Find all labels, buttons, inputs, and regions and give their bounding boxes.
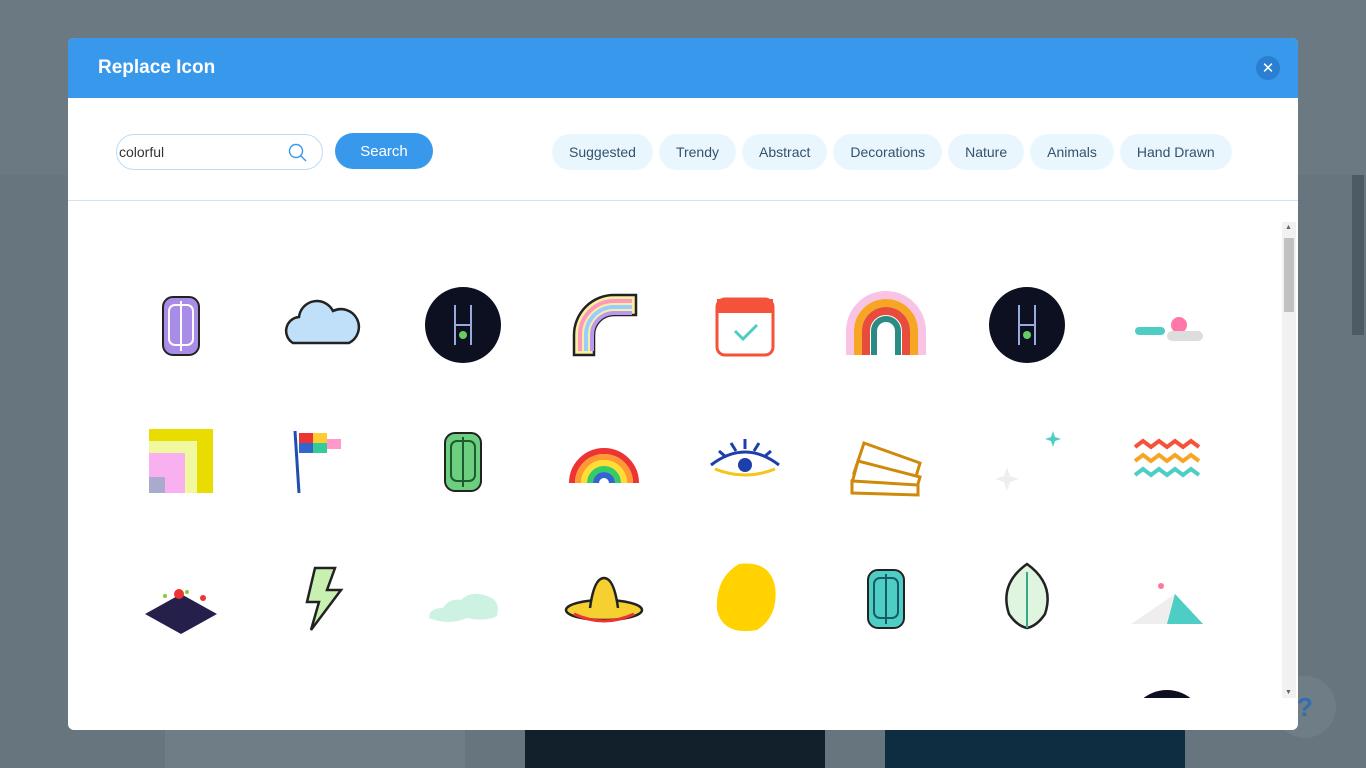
- icon-option-color-swatches[interactable]: [841, 416, 931, 506]
- icon-option-leaf[interactable]: [982, 553, 1072, 643]
- nested-squares-icon: [149, 429, 213, 493]
- icon-option-purple-totem[interactable]: [136, 280, 226, 370]
- icon-option-dark-circle-totem-2[interactable]: [982, 280, 1072, 370]
- icon-option-abstract-badge[interactable]: [559, 683, 649, 698]
- icon-option-calendar-check[interactable]: [700, 280, 790, 370]
- icon-option-sunset-clouds[interactable]: [1122, 280, 1212, 370]
- green-totem-icon: [444, 432, 482, 492]
- search-button[interactable]: Search: [335, 133, 433, 169]
- scroll-up-arrow[interactable]: ▲: [1285, 224, 1292, 231]
- star-badge-icon: [281, 688, 361, 698]
- dark-circle-totem-2-icon: [989, 287, 1065, 363]
- icon-option-flower-badge[interactable]: [841, 683, 931, 698]
- zigzag-waves-icon: [1133, 438, 1201, 478]
- icon-option-sparkles[interactable]: [982, 416, 1072, 506]
- icon-option-pastel-rainbow-corner[interactable]: [559, 280, 649, 370]
- leaf-icon: [1005, 562, 1049, 630]
- cloud-icon: [284, 299, 361, 345]
- icon-option-green-totem[interactable]: [418, 416, 508, 506]
- help-label: ?: [1297, 691, 1313, 722]
- icon-option-isometric-plane[interactable]: [136, 553, 226, 643]
- replace-icon-dialog: Replace Icon ✕ Search SuggestedTrendyAbs…: [68, 38, 1298, 730]
- icon-option-colorful-flag[interactable]: [276, 416, 366, 506]
- scrollbar-thumb[interactable]: [1284, 238, 1294, 312]
- abstract-badge-icon: [564, 688, 644, 698]
- heart-badge-icon: [141, 688, 221, 698]
- diamond-icon: [987, 688, 1067, 698]
- sparkles-icon: [995, 431, 1061, 491]
- icon-option-rainbow[interactable]: [559, 416, 649, 506]
- icon-option-cloud[interactable]: [276, 280, 366, 370]
- search-toolbar: Search SuggestedTrendyAbstractDecoration…: [68, 98, 1298, 201]
- icon-option-yellow-blob[interactable]: [700, 553, 790, 643]
- icon-option-star-badge[interactable]: [276, 683, 366, 698]
- icon-option-heart-badge[interactable]: [136, 683, 226, 698]
- category-trendy[interactable]: Trendy: [658, 134, 737, 170]
- flower-badge-icon: [846, 688, 926, 698]
- search-icon[interactable]: [288, 143, 308, 163]
- icon-option-dark-circle-totem-3[interactable]: [1122, 683, 1212, 698]
- icon-option-sombrero[interactable]: [559, 553, 649, 643]
- category-chips: Suggested Trendy Abstract Decorations Nature…: [552, 134, 1232, 170]
- rainbow-circle-icon: [705, 688, 785, 698]
- search-field[interactable]: [116, 134, 323, 170]
- category-hand-drawn[interactable]: Hand Drawn: [1119, 134, 1232, 170]
- icon-option-rainbow-circle[interactable]: [700, 683, 790, 698]
- icon-option-nested-squares[interactable]: [136, 416, 226, 506]
- mint-cloud-icon: [429, 593, 498, 622]
- sombrero-icon: [564, 576, 644, 623]
- pyramid-icon: [1131, 583, 1203, 624]
- category-animals[interactable]: Animals: [1030, 134, 1114, 170]
- category-nature[interactable]: Nature: [948, 134, 1025, 170]
- icon-option-zigzag-waves[interactable]: [1122, 416, 1212, 506]
- rainbow-arch-icon: [846, 291, 926, 355]
- colorful-flag-icon: [293, 430, 341, 494]
- dark-circle-totem-3-icon: [1143, 690, 1191, 698]
- scroll-down-arrow[interactable]: ▼: [1285, 689, 1292, 696]
- pastel-rainbow-corner-icon: [572, 293, 638, 357]
- eye-lashes-icon: [710, 439, 780, 477]
- icon-option-rainbow-arch[interactable]: [841, 280, 931, 370]
- icon-option-diamond[interactable]: [982, 683, 1072, 698]
- category-suggested[interactable]: Suggested: [552, 134, 653, 170]
- sun-eye-icon: [423, 688, 503, 698]
- icon-option-mint-cloud[interactable]: [418, 553, 508, 643]
- close-button[interactable]: ✕: [1256, 56, 1280, 80]
- color-swatches-icon: [850, 441, 922, 497]
- icon-option-pyramid[interactable]: [1122, 553, 1212, 643]
- search-input[interactable]: [119, 144, 279, 160]
- category-abstract[interactable]: Abstract: [742, 134, 828, 170]
- purple-totem-icon: [162, 296, 200, 356]
- icon-option-eye-lashes[interactable]: [700, 416, 790, 506]
- dialog-header: Replace Icon ✕: [68, 38, 1298, 98]
- grid-scrollbar[interactable]: ▲ ▼: [1282, 222, 1296, 698]
- icon-option-teal-totem[interactable]: [841, 553, 931, 643]
- close-icon: ✕: [1261, 60, 1275, 77]
- isometric-plane-icon: [145, 589, 217, 634]
- calendar-check-icon: [715, 297, 775, 357]
- icon-grid: [68, 220, 1280, 698]
- sunset-clouds-icon: [1135, 317, 1203, 341]
- dark-circle-totem-icon: [425, 287, 501, 363]
- icon-option-dark-circle-totem[interactable]: [418, 280, 508, 370]
- teal-totem-icon: [867, 569, 905, 629]
- lightning-bolt-icon: [305, 566, 344, 631]
- page-scrollbar[interactable]: [1352, 175, 1364, 335]
- dialog-title: Replace Icon: [98, 57, 216, 78]
- yellow-blob-icon: [716, 563, 776, 632]
- category-decorations[interactable]: Decorations: [833, 134, 943, 170]
- icon-option-sun-eye[interactable]: [418, 683, 508, 698]
- icon-option-lightning-bolt[interactable]: [276, 553, 366, 643]
- rainbow-icon: [569, 448, 639, 484]
